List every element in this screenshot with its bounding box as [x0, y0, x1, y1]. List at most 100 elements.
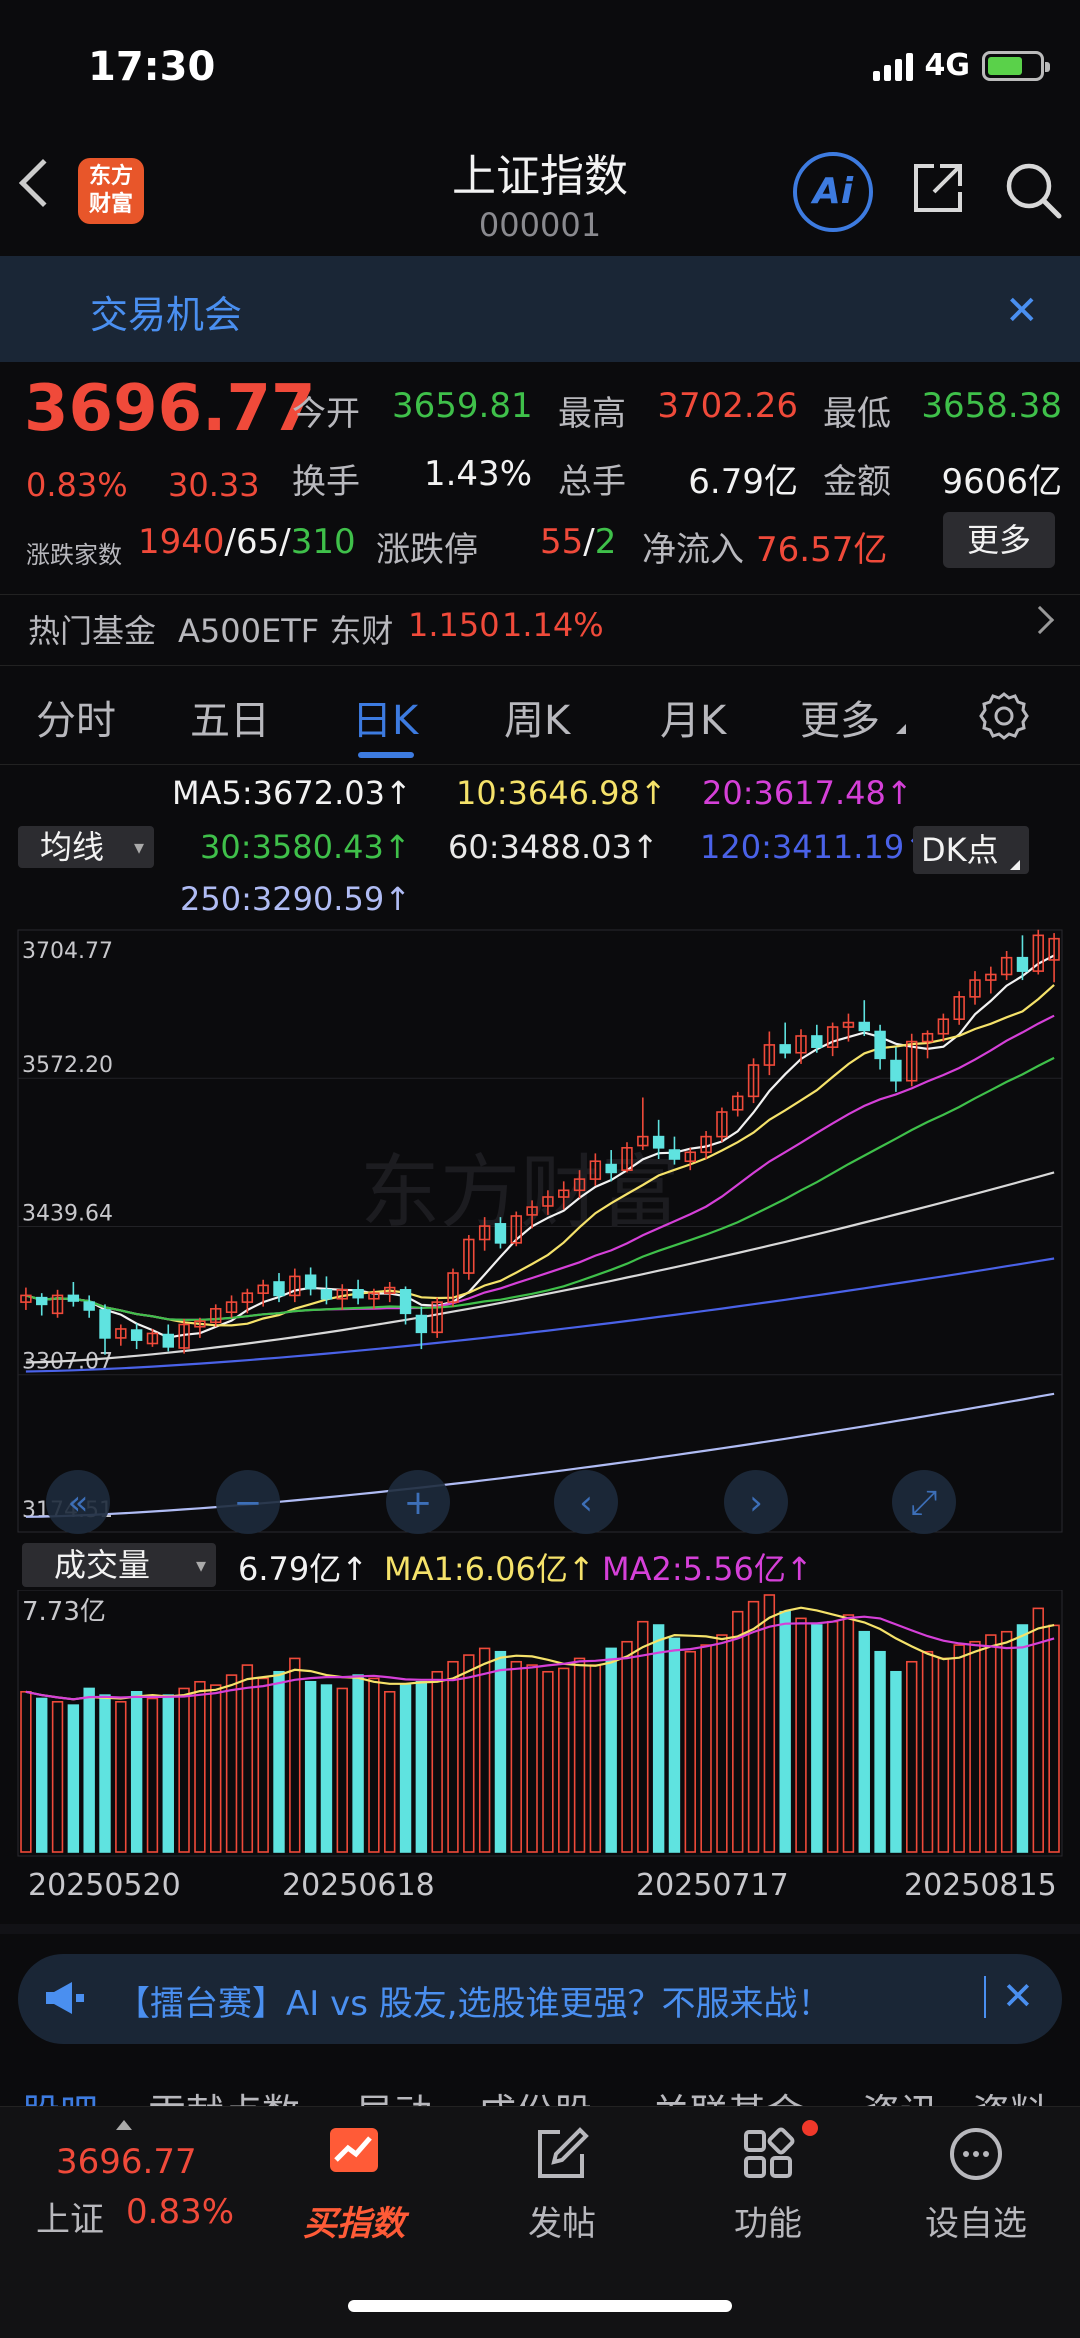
- volume-bar: [431, 1670, 443, 1853]
- candle: [652, 1135, 665, 1149]
- volume-bar: [162, 1694, 174, 1853]
- ma-selector[interactable]: 均线: [18, 826, 154, 868]
- limit-values: 55/2: [540, 522, 617, 562]
- hot-fund-name: A500ETF 东财: [178, 612, 394, 650]
- date-label: 20250618: [282, 1868, 435, 1903]
- hot-fund-change: 1.14%: [502, 606, 604, 644]
- scroll-right-icon[interactable]: ›: [724, 1470, 788, 1534]
- volume-bar: [304, 1680, 317, 1853]
- scroll-left-icon[interactable]: ‹: [554, 1470, 618, 1534]
- tab-daily-k[interactable]: 日K: [352, 688, 418, 746]
- candle: [890, 1059, 902, 1082]
- volume-bar: [811, 1624, 823, 1853]
- grid-icon: [744, 2127, 795, 2178]
- volume-bar: [146, 1697, 159, 1853]
- candle: [36, 1296, 48, 1306]
- gear-icon[interactable]: [978, 690, 1030, 742]
- hot-fund-label: 热门基金: [28, 612, 157, 650]
- active-tab-underline: [358, 752, 414, 758]
- down-count: 310: [290, 522, 356, 562]
- volume-bar: [795, 1617, 807, 1853]
- fullscreen-icon[interactable]: ⤢: [892, 1470, 956, 1534]
- trend-up-icon: [330, 2128, 378, 2172]
- volume-max-label: 7.73亿: [22, 1597, 106, 1627]
- volume-bar: [352, 1674, 364, 1853]
- close-icon[interactable]: ✕: [1005, 288, 1039, 334]
- volume-bar: [621, 1640, 633, 1853]
- volume-bar: [668, 1637, 681, 1853]
- status-time: 17:30: [88, 44, 216, 90]
- volume-bar: [115, 1701, 127, 1853]
- volume-bar: [842, 1614, 855, 1853]
- megaphone-icon: [46, 1982, 84, 2014]
- add-watchlist-button[interactable]: 设自选: [906, 2124, 1046, 2245]
- ma60-value: 60:3488.03↑: [448, 828, 659, 866]
- volume-chart[interactable]: 7.73亿: [0, 1590, 1080, 1860]
- candle: [399, 1289, 412, 1315]
- more-dots-icon: [950, 2128, 1002, 2180]
- battery-icon: [982, 50, 1050, 81]
- candle: [320, 1289, 333, 1300]
- up-count: 1940: [138, 522, 225, 562]
- svg-text:⤢: ⤢: [910, 1483, 937, 1523]
- post-button[interactable]: 发帖: [492, 2124, 632, 2245]
- zoom-out-icon[interactable]: −: [216, 1470, 280, 1534]
- tabs-divider: [0, 764, 1080, 765]
- volume-bar: [937, 1657, 950, 1853]
- volume-bar: [399, 1684, 412, 1853]
- volume-bar: [51, 1701, 64, 1853]
- volume-bar: [510, 1660, 522, 1853]
- tab-intraday[interactable]: 分时: [36, 688, 116, 746]
- volume-bar: [747, 1600, 760, 1853]
- share-icon[interactable]: [910, 160, 966, 216]
- volume-ma1: MA1:6.06亿↑: [384, 1550, 595, 1588]
- tab-five-day[interactable]: 五日: [190, 688, 270, 746]
- volume-bar: [558, 1667, 570, 1853]
- volume-bar: [716, 1634, 728, 1853]
- candle: [605, 1163, 617, 1174]
- volume-bar: [336, 1687, 348, 1853]
- ai-button[interactable]: Ai: [793, 152, 873, 232]
- mini-quote-name[interactable]: 上证: [36, 2192, 104, 2241]
- mini-quote-percent[interactable]: 0.83%: [126, 2192, 234, 2232]
- volume-bar: [890, 1670, 902, 1853]
- volume-label: 总手: [558, 462, 626, 502]
- tab-weekly-k[interactable]: 周K: [504, 688, 570, 746]
- dk-indicator: [1010, 860, 1020, 870]
- change-percent: 0.83%: [26, 466, 128, 504]
- inflow-value: 76.57亿: [756, 530, 888, 570]
- breadth-values: 1940/65/310: [138, 522, 356, 562]
- volume-bar: [257, 1677, 269, 1853]
- open-label: 今开: [292, 394, 360, 434]
- volume-bar: [130, 1690, 143, 1853]
- low-label: 最低: [823, 394, 891, 434]
- ma10-value: 10:3646.98↑: [456, 774, 667, 812]
- chart-footer: [0, 1924, 1080, 1934]
- tab-more[interactable]: 更多: [800, 688, 880, 746]
- candle: [130, 1329, 143, 1341]
- buy-index-button[interactable]: 买指数: [284, 2124, 424, 2245]
- mini-quote-price[interactable]: 3696.77: [56, 2142, 197, 2182]
- volume-bar: [447, 1660, 459, 1853]
- volume-bar: [273, 1670, 285, 1853]
- search-icon[interactable]: [1003, 160, 1063, 220]
- volume-bar: [368, 1677, 380, 1853]
- tab-monthly-k[interactable]: 月K: [660, 688, 726, 746]
- more-button[interactable]: 更多: [943, 512, 1055, 568]
- volume-bar: [1048, 1624, 1060, 1853]
- kline-chart[interactable]: 东方财富 3704.773572.203439.643307.073174.51…: [0, 920, 1080, 1540]
- volume-bar: [921, 1650, 934, 1853]
- functions-button[interactable]: 功能: [698, 2124, 838, 2245]
- volume-indicator-selector[interactable]: 成交量: [22, 1543, 216, 1587]
- close-icon[interactable]: ✕: [1002, 1974, 1034, 2018]
- expand-up-icon[interactable]: [116, 2120, 132, 2130]
- volume-bar: [178, 1687, 190, 1853]
- scroll-left-far-icon[interactable]: «: [46, 1470, 110, 1534]
- ma250-value: 250:3290.59↑: [180, 880, 411, 918]
- zoom-in-icon[interactable]: +: [386, 1470, 450, 1534]
- ma30-value: 30:3580.43↑: [200, 828, 411, 866]
- volume-bar: [526, 1664, 538, 1853]
- candle: [304, 1274, 317, 1290]
- opportunity-text: 交易机会: [90, 293, 243, 337]
- svg-text:«: «: [68, 1483, 89, 1523]
